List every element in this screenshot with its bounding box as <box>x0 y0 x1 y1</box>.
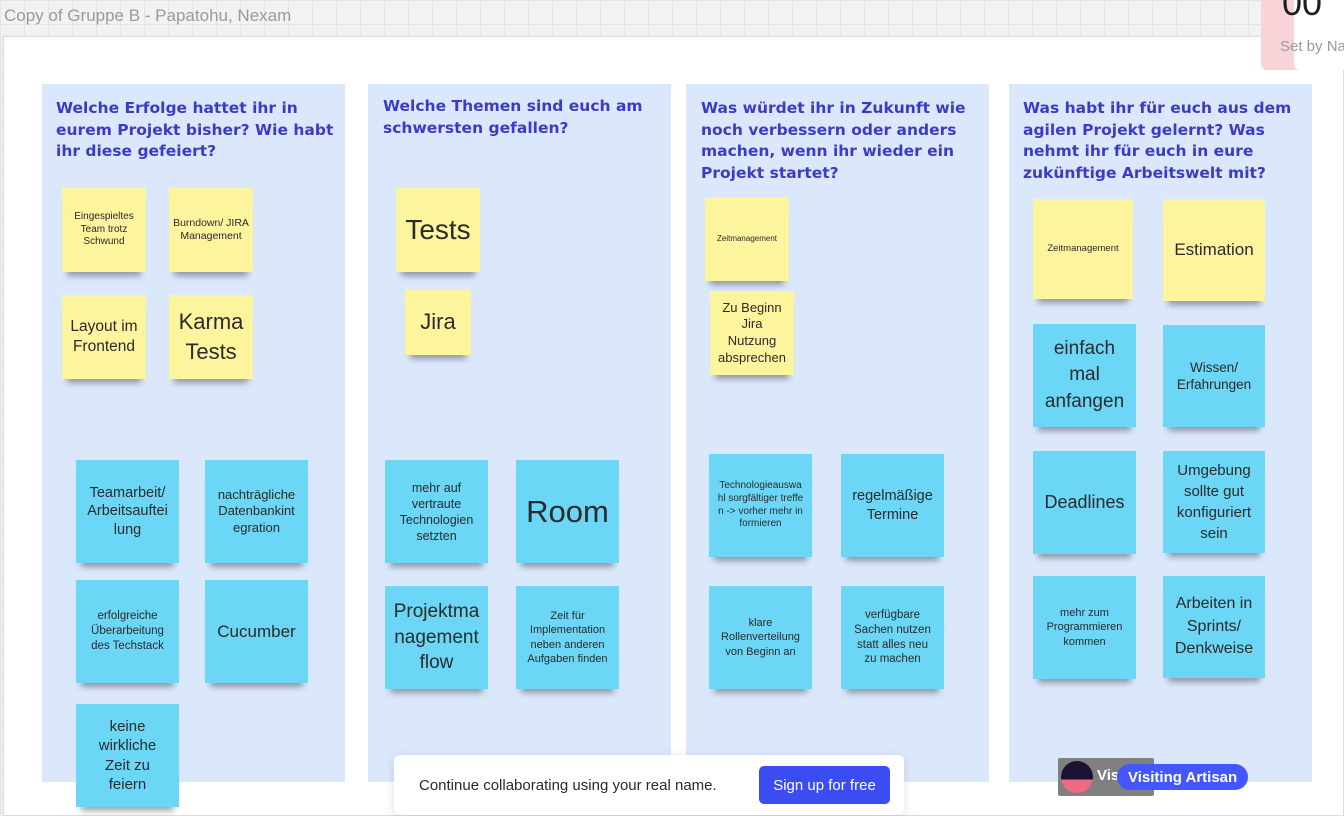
sticky-note[interactable]: Teamarbeit/ Arbeitsaufteilung <box>76 460 179 563</box>
sticky-note[interactable]: Jira <box>405 289 471 355</box>
column-title: Was habt ihr für euch aus dem agilen Pro… <box>1023 99 1292 182</box>
timer-set-by: Set by Na <box>1280 38 1344 55</box>
sticky-note[interactable]: mehr zum Programmieren kommen <box>1033 576 1136 679</box>
sign-up-button[interactable]: Sign up for free <box>759 766 890 804</box>
visitor-short-name: Vis <box>1097 767 1120 784</box>
visitor-name-badge[interactable]: Visiting Artisan <box>1117 764 1249 790</box>
sticky-note[interactable]: nachträgliche Datenbankintegration <box>205 460 308 563</box>
sticky-note[interactable]: mehr auf vertraute Technologien setzten <box>385 460 488 563</box>
signup-banner: Continue collaborating using your real n… <box>394 755 904 815</box>
sticky-note[interactable]: Room <box>516 460 619 563</box>
board-title[interactable]: Copy of Gruppe B - Papatohu, Nexam <box>4 6 291 26</box>
sticky-note[interactable]: Arbeiten in Sprints/ Denkweise <box>1163 576 1265 678</box>
sticky-note[interactable]: Karma Tests <box>169 295 253 379</box>
timer-value: 00 <box>1282 0 1323 23</box>
sticky-note[interactable]: Tests <box>396 188 480 272</box>
column-title: Was würdet ihr in Zukunft wie noch verbe… <box>701 99 966 182</box>
sticky-note[interactable]: erfolgreiche Überarbeitung des Techstack <box>76 580 179 683</box>
sticky-note[interactable]: Eingespieltes Team trotz Schwund <box>62 188 146 272</box>
sticky-note[interactable]: verfügbare Sachen nutzen statt alles neu… <box>841 586 944 689</box>
sticky-note[interactable]: Deadlines <box>1033 451 1136 554</box>
sticky-note[interactable]: Zeitmanagement <box>705 197 789 281</box>
sticky-note[interactable]: Zeit für Implementation neben anderen Au… <box>516 586 619 689</box>
sticky-note[interactable]: keine wirkliche Zeit zu feiern <box>76 704 179 807</box>
sticky-note[interactable]: Estimation <box>1163 199 1265 301</box>
sticky-note[interactable]: einfach mal anfangen <box>1033 324 1136 427</box>
sticky-note[interactable]: Layout im Frontend <box>62 295 146 379</box>
sticky-note[interactable]: klare Rollenverteilung von Beginn an <box>709 586 812 689</box>
column-title: Welche Erfolge hattet ihr in eurem Proje… <box>56 99 334 160</box>
column-title: Welche Themen sind euch am schwersten ge… <box>383 97 643 137</box>
banner-message: Continue collaborating using your real n… <box>419 777 717 794</box>
sticky-note[interactable]: Projektmanagementflow <box>385 586 488 689</box>
sticky-note[interactable]: Burndown/ JIRA Management <box>169 188 253 272</box>
sticky-note[interactable]: Zeitmanagement <box>1033 199 1133 299</box>
sticky-note[interactable]: regelmäßige Termine <box>841 454 944 557</box>
sticky-note[interactable]: Cucumber <box>205 580 308 683</box>
sticky-note[interactable]: Zu Beginn Jira Nutzung absprechen <box>710 291 794 375</box>
avatar[interactable] <box>1061 761 1093 793</box>
sticky-note[interactable]: Technologieauswahl sorgfältiger treffen … <box>709 454 812 557</box>
sticky-note[interactable]: Wissen/ Erfahrungen <box>1163 325 1265 427</box>
sticky-note[interactable]: Umgebung sollte gut konfiguriert sein <box>1163 451 1265 553</box>
